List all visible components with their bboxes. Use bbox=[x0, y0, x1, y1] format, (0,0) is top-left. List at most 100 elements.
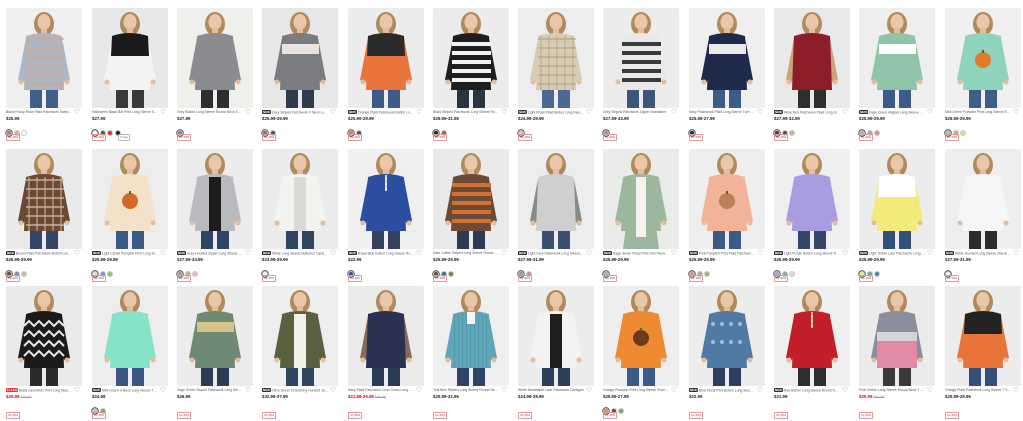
product-card[interactable]: Grey Striped Patchwork Zipper Sweatshirt… bbox=[603, 8, 679, 143]
product-title[interactable]: Dark Coffee Striped Long Sleeve Round Ne… bbox=[433, 251, 499, 256]
product-title[interactable]: NEWOrange Plaid Patchwork Button Long Sl… bbox=[348, 110, 414, 115]
heart-icon[interactable]: ♡ bbox=[585, 109, 593, 117]
product-card[interactable]: Dark Coffee Striped Long Sleeve Round Ne… bbox=[433, 149, 509, 284]
product-title[interactable]: Mint Green Pumpkin Print Long Sleeve Swe… bbox=[945, 110, 1011, 115]
product-card[interactable]: NEWLight Purple Button Long Sleeve Round… bbox=[774, 149, 850, 284]
product-image[interactable] bbox=[262, 8, 338, 108]
product-card[interactable]: NEW Light Khaki Plaid Button Long Sleeve … bbox=[518, 8, 594, 143]
product-card[interactable]: Black Friday Rose Plaid Patchwork Sweats… bbox=[6, 8, 82, 143]
heart-icon[interactable]: ♡ bbox=[244, 250, 252, 258]
color-swatch[interactable] bbox=[21, 129, 27, 136]
product-image[interactable] bbox=[177, 286, 253, 386]
heart-icon[interactable]: ♡ bbox=[926, 387, 934, 395]
product-card[interactable]: NEWLight Yellow Lace Patchwork Long Slee… bbox=[859, 149, 935, 284]
heart-icon[interactable]: ♡ bbox=[1012, 109, 1020, 117]
product-title[interactable]: NEWRoyal Blue Button Long Sleeve Round N… bbox=[348, 251, 414, 256]
product-title[interactable]: White Breathable Lace Patchwork Cardigan bbox=[518, 388, 584, 393]
product-image[interactable] bbox=[348, 8, 424, 108]
heart-icon[interactable]: ♡ bbox=[841, 387, 849, 395]
heart-icon[interactable]: ♡ bbox=[329, 250, 337, 258]
product-title[interactable]: NEWSage Green Raglan Long Sleeve Sweatsh… bbox=[859, 110, 925, 115]
product-card[interactable]: NEWWine Red Patchwork Plaid Long Sleeve … bbox=[774, 8, 850, 143]
heart-icon[interactable]: ♡ bbox=[585, 250, 593, 258]
product-image[interactable] bbox=[6, 286, 82, 386]
product-title[interactable]: NEW Mint Green V Neck Long Sleeve T Shirt bbox=[92, 388, 158, 393]
heart-icon[interactable]: ♡ bbox=[756, 250, 764, 258]
heart-icon[interactable]: ♡ bbox=[1012, 250, 1020, 258]
product-image[interactable] bbox=[603, 286, 679, 386]
product-card[interactable]: NEW Mint Green V Neck Long Sleeve T Shirt… bbox=[92, 286, 168, 421]
product-title[interactable]: Orange Pumpkin Print Long Sleeve Round N… bbox=[603, 388, 669, 393]
product-image[interactable] bbox=[433, 286, 509, 386]
color-swatch[interactable] bbox=[618, 407, 624, 414]
heart-icon[interactable]: ♡ bbox=[329, 109, 337, 117]
product-title[interactable]: FLASHBlack Geometric Print Long Sleeve T… bbox=[6, 388, 72, 393]
heart-icon[interactable]: ♡ bbox=[415, 109, 423, 117]
product-image[interactable] bbox=[518, 149, 594, 249]
color-swatch[interactable] bbox=[107, 270, 113, 277]
product-card[interactable]: Sage Green Sequin Patchwork Long Sleeve … bbox=[177, 286, 253, 421]
product-image[interactable] bbox=[433, 8, 509, 108]
product-title[interactable]: Black Friday Rose Plaid Patchwork Sweats… bbox=[6, 110, 72, 115]
product-title[interactable]: NEWGrey Striped Patchwork V Neck Long Sl… bbox=[262, 110, 328, 115]
product-image[interactable] bbox=[945, 8, 1021, 108]
product-card[interactable]: NEWPink Pumpkin Print Plaid Patchwork Sw… bbox=[689, 149, 765, 284]
product-image[interactable] bbox=[92, 286, 168, 386]
product-title[interactable]: Black Striped Patchwork Long Sleeve Roun… bbox=[433, 110, 499, 115]
color-swatch[interactable] bbox=[874, 270, 880, 277]
product-card[interactable]: White Breathable Lace Patchwork Cardigan… bbox=[518, 286, 594, 421]
product-card[interactable]: Pink Ombre Long Sleeve Round Neck T Shir… bbox=[859, 286, 935, 421]
product-title[interactable]: NEW Olive Green Drawstring Hooded Jacket bbox=[262, 388, 328, 393]
product-title[interactable]: NEWBrown Plaid Patchwork Button Long Sle… bbox=[6, 251, 72, 256]
product-card[interactable]: NEW Blue Floral Print Button Long Sleeve … bbox=[689, 286, 765, 421]
color-swatch[interactable] bbox=[789, 270, 795, 277]
product-image[interactable] bbox=[603, 149, 679, 249]
product-title[interactable]: NEWGrey Hooded Zipper Long Sleeve Cardig… bbox=[177, 251, 243, 256]
product-image[interactable] bbox=[774, 286, 850, 386]
heart-icon[interactable]: ♡ bbox=[159, 387, 167, 395]
product-card[interactable]: NEWLight Camel Pumpkin Print Long Sleeve… bbox=[92, 149, 168, 284]
color-swatch[interactable] bbox=[21, 270, 27, 277]
product-card[interactable]: NEWGrey Striped Patchwork V Neck Long Sl… bbox=[262, 8, 338, 143]
product-card[interactable]: NEWOrange Plaid Patchwork Button Long Sl… bbox=[348, 8, 424, 143]
product-title[interactable]: NEWLight Camel Pumpkin Print Long Sleeve… bbox=[92, 251, 158, 256]
heart-icon[interactable]: ♡ bbox=[1012, 387, 1020, 395]
heart-icon[interactable]: ♡ bbox=[585, 387, 593, 395]
heart-icon[interactable]: ♡ bbox=[756, 387, 764, 395]
product-image[interactable] bbox=[774, 8, 850, 108]
product-card[interactable]: Grey Button Long Sleeve Round Neck Sweat… bbox=[177, 8, 253, 143]
product-image[interactable] bbox=[348, 286, 424, 386]
product-title[interactable]: NEW Sage Green Floral Print Two Piece Dre… bbox=[603, 251, 669, 256]
product-title[interactable]: Navy Plaid Patchwork Criss Cross Long Sl… bbox=[348, 388, 414, 393]
heart-icon[interactable]: ♡ bbox=[841, 250, 849, 258]
product-title[interactable]: NEW White Long Sleeve Buttoned Cardigan bbox=[262, 251, 328, 256]
heart-icon[interactable]: ♡ bbox=[73, 387, 81, 395]
product-card[interactable]: Halloween Black Bat Print Long Sleeve Sw… bbox=[92, 8, 168, 143]
heart-icon[interactable]: ♡ bbox=[73, 250, 81, 258]
product-card[interactable]: NEWSage Green Raglan Long Sleeve Sweatsh… bbox=[859, 8, 935, 143]
product-title[interactable]: Teal Blue Ribbed Long Sleeve Round Neck … bbox=[433, 388, 499, 393]
heart-icon[interactable]: ♡ bbox=[670, 387, 678, 395]
product-image[interactable] bbox=[689, 149, 765, 249]
product-image[interactable] bbox=[603, 8, 679, 108]
product-image[interactable] bbox=[262, 149, 338, 249]
heart-icon[interactable]: ♡ bbox=[159, 250, 167, 258]
product-card[interactable]: NEWGrey Hooded Zipper Long Sleeve Cardig… bbox=[177, 149, 253, 284]
product-title[interactable]: Halloween Black Bat Print Long Sleeve Sw… bbox=[92, 110, 158, 115]
product-card[interactable]: NEWRoyal Blue Button Long Sleeve Round N… bbox=[348, 149, 424, 284]
heart-icon[interactable]: ♡ bbox=[159, 109, 167, 117]
color-swatch[interactable] bbox=[704, 270, 710, 277]
product-title[interactable]: NEW Blue Floral Print Button Long Sleeve … bbox=[689, 388, 755, 393]
color-swatch[interactable] bbox=[789, 129, 795, 136]
product-card[interactable]: Black Striped Patchwork Long Sleeve Roun… bbox=[433, 8, 509, 143]
heart-icon[interactable]: ♡ bbox=[244, 387, 252, 395]
product-image[interactable] bbox=[945, 149, 1021, 249]
color-swatch[interactable] bbox=[192, 270, 198, 277]
product-card[interactable]: Orange Pumpkin Print Long Sleeve Round N… bbox=[603, 286, 679, 421]
product-card[interactable]: NEW White Hooded Long Sleeve Sweatshirt ♡ $… bbox=[945, 149, 1021, 284]
product-title[interactable]: NEWLight Purple Button Long Sleeve Round… bbox=[774, 251, 840, 256]
product-card[interactable]: NEWBrown Plaid Patchwork Button Long Sle… bbox=[6, 149, 82, 284]
color-swatch[interactable] bbox=[960, 129, 966, 136]
heart-icon[interactable]: ♡ bbox=[926, 250, 934, 258]
heart-icon[interactable]: ♡ bbox=[244, 109, 252, 117]
